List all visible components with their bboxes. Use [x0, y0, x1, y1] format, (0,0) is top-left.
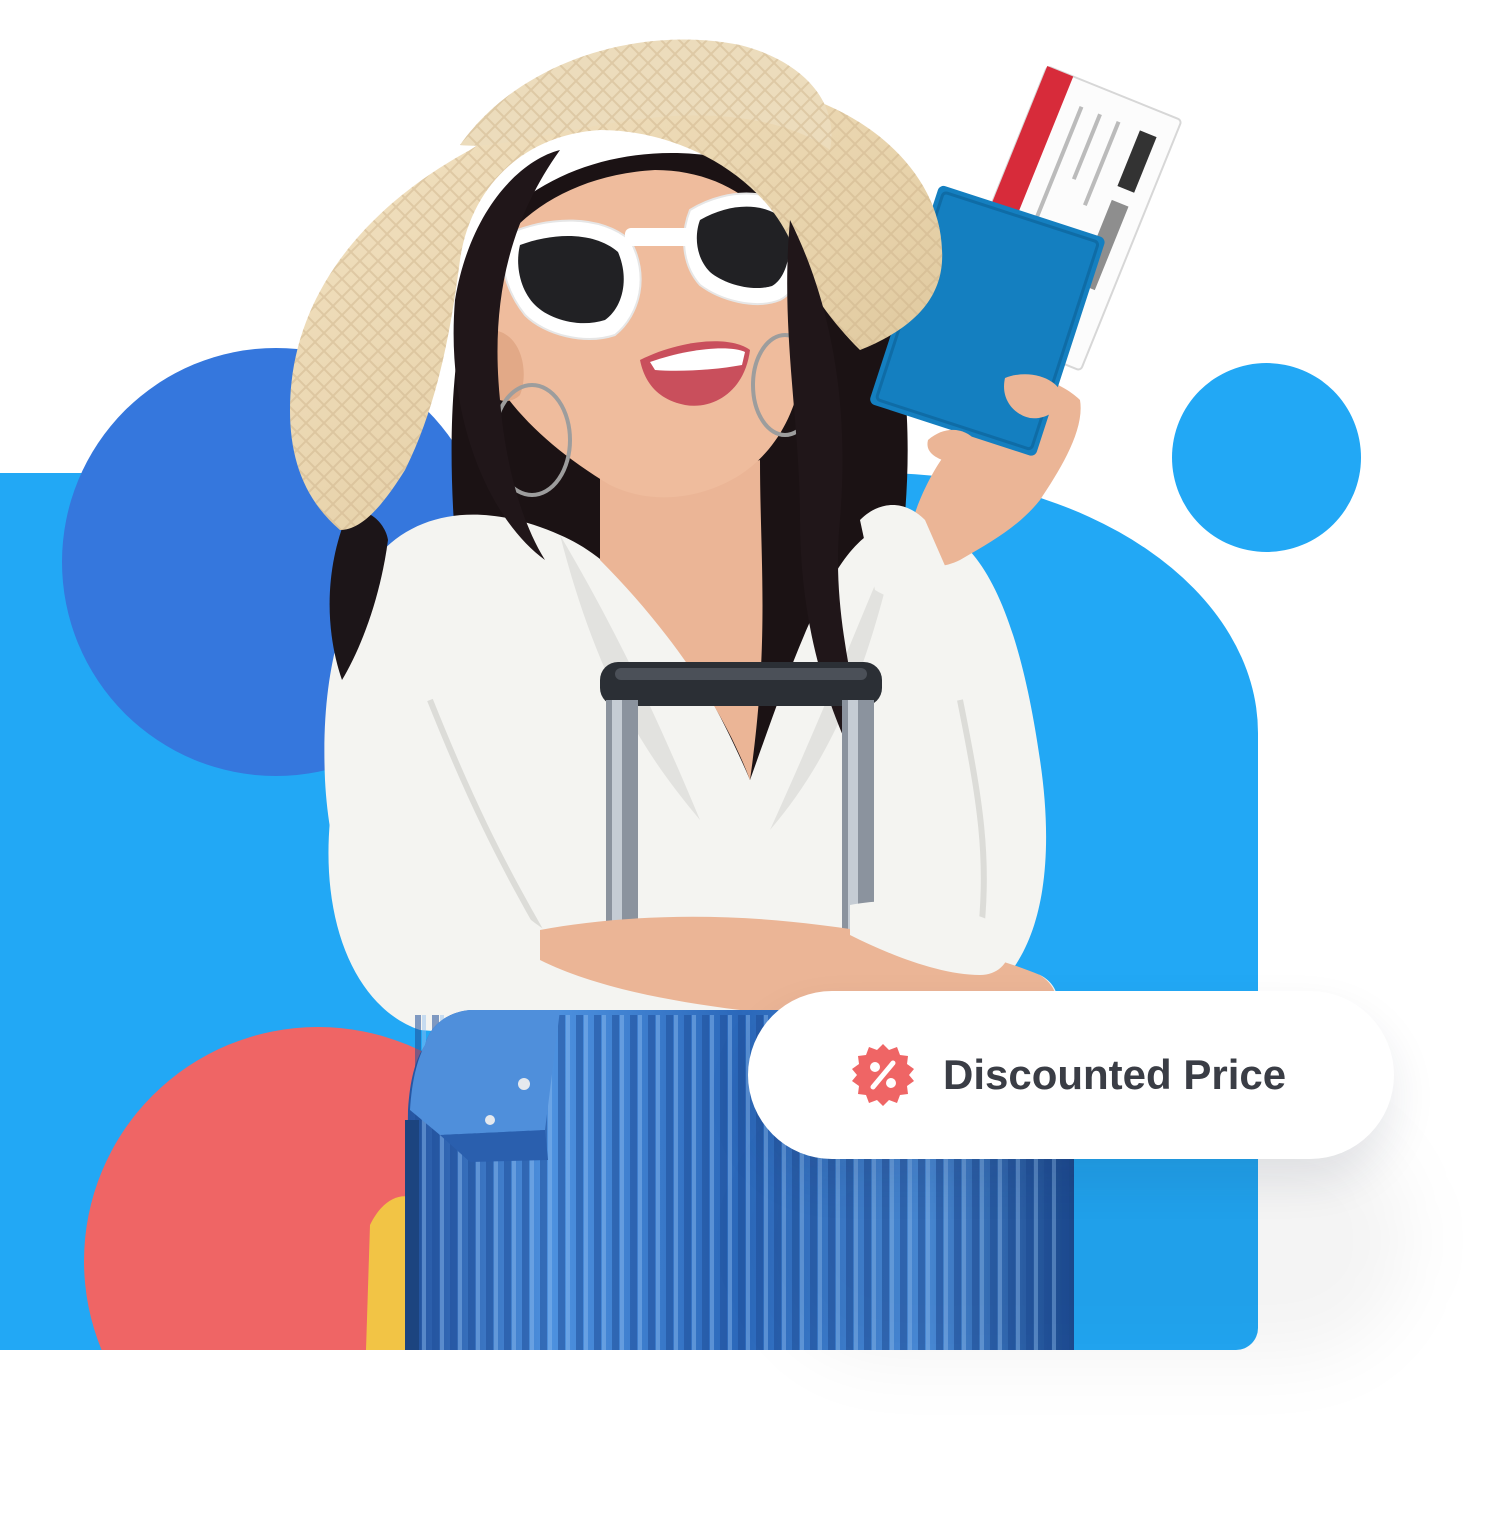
discount-label: Discounted Price [943, 1051, 1287, 1098]
discount-badge: Discounted Price [748, 991, 1394, 1159]
promo-hero-scene: Discounted Price [0, 0, 1510, 1513]
discount-icon [852, 1044, 914, 1106]
